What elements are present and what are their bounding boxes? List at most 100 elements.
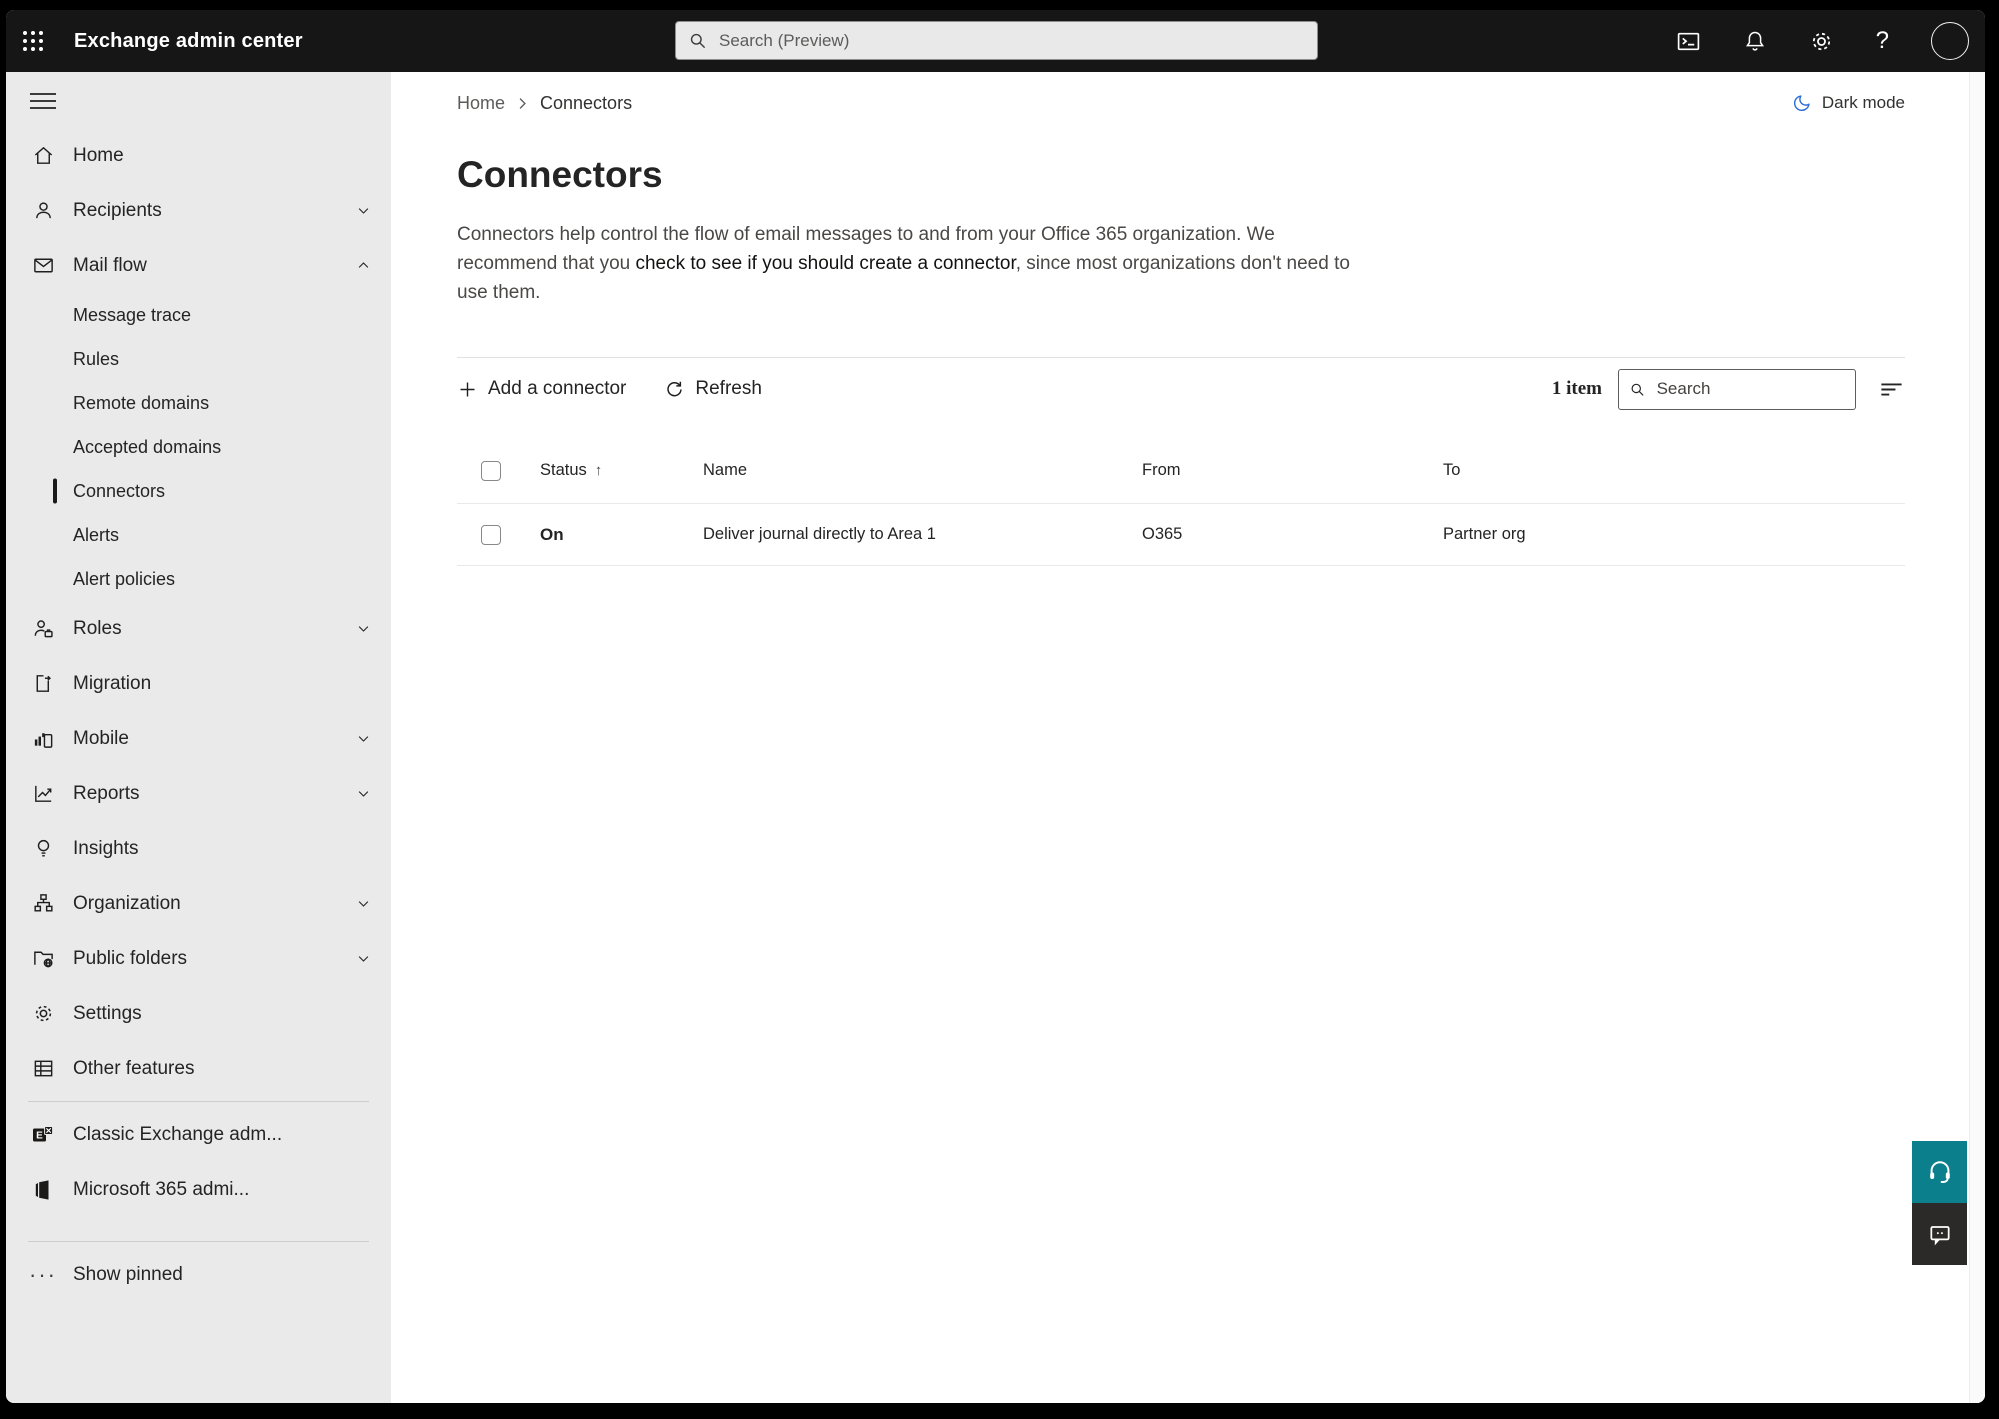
refresh-button[interactable]: Refresh <box>664 378 762 400</box>
gear-icon <box>30 1002 56 1025</box>
help-icon[interactable]: ? <box>1876 27 1889 55</box>
sidebar-item-show-pinned[interactable]: ··· Show pinned <box>6 1247 391 1302</box>
home-icon <box>30 144 56 167</box>
breadcrumb-home-link[interactable]: Home <box>457 93 505 114</box>
sidebar-item-accepted-domains[interactable]: Accepted domains <box>6 425 391 469</box>
sidebar-item-recipients[interactable]: Recipients <box>6 183 391 238</box>
list-search-box[interactable] <box>1618 368 1856 410</box>
sidebar-item-classic-exchange-admin[interactable]: E Classic Exchange adm... <box>6 1107 391 1162</box>
sidebar-item-organization[interactable]: Organization <box>6 876 391 931</box>
global-search-input[interactable] <box>719 30 1305 51</box>
breadcrumb-chevron-icon <box>517 97 528 110</box>
sidebar-item-message-trace[interactable]: Message trace <box>6 293 391 337</box>
document-arrow-icon <box>30 672 56 695</box>
chevron-down-icon <box>356 896 371 911</box>
sidebar-item-label: Show pinned <box>73 1263 183 1285</box>
column-header-name[interactable]: Name <box>703 461 1142 480</box>
sidebar-item-label: Organization <box>73 892 181 914</box>
sidebar-item-label: Mail flow <box>73 254 147 276</box>
column-header-from[interactable]: From <box>1142 461 1443 480</box>
mobile-stats-icon <box>30 727 56 750</box>
sidebar-item-other-features[interactable]: Other features <box>6 1041 391 1096</box>
sidebar-item-alert-policies[interactable]: Alert policies <box>6 557 391 601</box>
connectors-table: Status ↑ Name From To On Deliver journal… <box>457 438 1905 566</box>
chevron-down-icon <box>356 786 371 801</box>
filter-icon[interactable] <box>1878 376 1905 403</box>
connector-name[interactable]: Deliver journal directly to Area 1 <box>703 525 1142 544</box>
sidebar-item-label: Classic Exchange adm... <box>73 1123 283 1145</box>
account-avatar[interactable] <box>1931 22 1969 60</box>
org-chart-icon <box>30 892 56 915</box>
dark-mode-label: Dark mode <box>1821 93 1905 112</box>
sidebar-item-insights[interactable]: Insights <box>6 821 391 876</box>
sidebar-item-label: Accepted domains <box>73 436 222 457</box>
sidebar-item-label: Alerts <box>73 524 120 545</box>
lightbulb-icon <box>30 837 56 860</box>
item-count: 1 item <box>1551 378 1602 399</box>
sidebar-item-reports[interactable]: Reports <box>6 766 391 821</box>
collapse-menu-icon[interactable] <box>6 74 391 128</box>
envelope-icon <box>30 254 56 277</box>
sort-ascending-icon: ↑ <box>594 462 603 479</box>
headset-icon <box>1929 1161 1950 1184</box>
dark-mode-toggle[interactable]: Dark mode <box>1792 93 1905 113</box>
select-all-checkbox[interactable] <box>481 460 501 481</box>
sidebar-item-mail-flow[interactable]: Mail flow <box>6 238 391 293</box>
sidebar: Home Recipients Mail flow Message trace … <box>6 72 391 1403</box>
column-header-status[interactable]: Status ↑ <box>540 461 703 480</box>
list-search-input[interactable] <box>1656 379 1845 399</box>
sidebar-item-label: Rules <box>73 348 120 369</box>
content-header-row: Home Connectors Dark mode <box>457 72 1905 118</box>
chevron-up-icon <box>356 258 371 273</box>
sidebar-item-connectors[interactable]: Connectors <box>6 469 391 513</box>
scrollbar-track[interactable] <box>1969 72 1985 1403</box>
table-row[interactable]: On Deliver journal directly to Area 1 O3… <box>457 504 1905 566</box>
column-header-to[interactable]: To <box>1443 461 1905 480</box>
notifications-bell-icon[interactable] <box>1743 29 1767 53</box>
settings-gear-icon[interactable] <box>1809 29 1834 54</box>
topbar: Exchange admin center Search (Preview) ? <box>6 10 1985 72</box>
sidebar-item-rules[interactable]: Rules <box>6 337 391 381</box>
powershell-terminal-icon[interactable] <box>1676 29 1701 54</box>
sidebar-item-roles[interactable]: Roles <box>6 601 391 656</box>
global-search-box[interactable] <box>675 21 1318 60</box>
sidebar-item-alerts[interactable]: Alerts <box>6 513 391 557</box>
sidebar-item-label: Mobile <box>73 727 129 749</box>
description-link[interactable]: check to see if you should create a conn… <box>635 253 1015 274</box>
row-checkbox[interactable] <box>481 524 501 545</box>
sidebar-item-public-folders[interactable]: Public folders <box>6 931 391 986</box>
sidebar-item-label: Roles <box>73 617 122 639</box>
sidebar-item-label: Remote domains <box>73 392 210 413</box>
sidebar-item-label: Insights <box>73 837 139 859</box>
ellipsis-icon: ··· <box>29 1261 57 1287</box>
chevron-down-icon <box>356 621 371 636</box>
sidebar-item-mobile[interactable]: Mobile <box>6 711 391 766</box>
feedback-button[interactable] <box>1912 1203 1967 1265</box>
table-grid-icon <box>30 1057 56 1080</box>
breadcrumb: Home Connectors <box>457 93 632 114</box>
chevron-down-icon <box>356 951 371 966</box>
sidebar-item-microsoft-365-admin[interactable]: Microsoft 365 admi... <box>6 1162 391 1217</box>
app-title: Exchange admin center <box>74 29 303 52</box>
app-window: Exchange admin center Search (Preview) ?… <box>6 10 1985 1403</box>
svg-text:E: E <box>36 1130 43 1141</box>
add-connector-label: Add a connector <box>488 378 627 399</box>
refresh-icon <box>664 379 685 400</box>
breadcrumb-current: Connectors <box>540 92 633 113</box>
sidebar-item-home[interactable]: Home <box>6 128 391 183</box>
app-launcher-icon[interactable] <box>6 10 60 72</box>
add-connector-button[interactable]: Add a connector <box>457 378 626 400</box>
support-button[interactable] <box>1912 1141 1967 1203</box>
classic-exchange-logo-icon: E <box>30 1123 56 1147</box>
sidebar-item-migration[interactable]: Migration <box>6 656 391 711</box>
connector-status: On <box>540 524 564 544</box>
folder-globe-icon <box>30 947 56 970</box>
toolbar-actions: Add a connector Refresh <box>457 378 762 400</box>
sidebar-item-settings[interactable]: Settings <box>6 986 391 1041</box>
table-header-row: Status ↑ Name From To <box>457 438 1905 504</box>
sidebar-item-label: Alert policies <box>73 568 176 589</box>
list-toolbar: Add a connector Refresh 1 item <box>457 358 1905 420</box>
chat-bubble-icon <box>1929 1226 1950 1246</box>
sidebar-item-remote-domains[interactable]: Remote domains <box>6 381 391 425</box>
sidebar-item-label: Connectors <box>73 480 166 501</box>
